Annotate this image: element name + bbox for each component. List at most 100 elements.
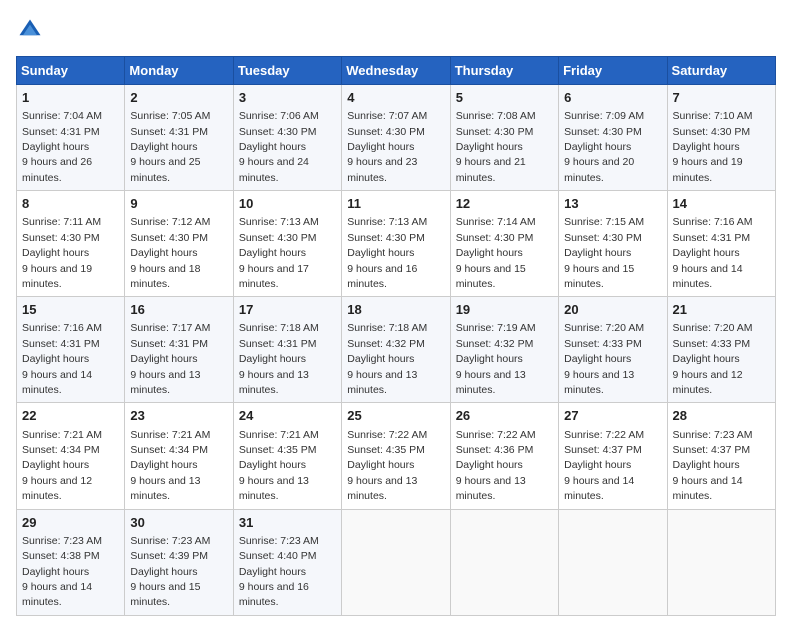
sunset-info: Sunset: 4:31 PM [130, 338, 208, 350]
sunrise-info: Sunrise: 7:16 AM [22, 322, 102, 334]
daylight-info: Daylight hours [347, 353, 414, 365]
daylight-duration: 9 hours and 14 minutes. [673, 475, 743, 502]
day-number: 28 [673, 407, 770, 425]
daylight-duration: 9 hours and 23 minutes. [347, 156, 417, 183]
daylight-info: Daylight hours [456, 459, 523, 471]
sunrise-info: Sunrise: 7:21 AM [130, 429, 210, 441]
calendar-day-7: 7 Sunrise: 7:10 AM Sunset: 4:30 PM Dayli… [667, 85, 775, 191]
sunset-info: Sunset: 4:30 PM [239, 126, 317, 138]
daylight-info: Daylight hours [22, 566, 89, 578]
sunrise-info: Sunrise: 7:16 AM [673, 216, 753, 228]
calendar-day-2: 2 Sunrise: 7:05 AM Sunset: 4:31 PM Dayli… [125, 85, 233, 191]
calendar-day-10: 10 Sunrise: 7:13 AM Sunset: 4:30 PM Dayl… [233, 191, 341, 297]
day-number: 19 [456, 301, 553, 319]
sunset-info: Sunset: 4:35 PM [347, 444, 425, 456]
sunset-info: Sunset: 4:32 PM [456, 338, 534, 350]
daylight-duration: 9 hours and 13 minutes. [347, 369, 417, 396]
daylight-duration: 9 hours and 13 minutes. [239, 475, 309, 502]
day-number: 7 [673, 89, 770, 107]
sunrise-info: Sunrise: 7:04 AM [22, 110, 102, 122]
calendar-day-16: 16 Sunrise: 7:17 AM Sunset: 4:31 PM Dayl… [125, 297, 233, 403]
sunset-info: Sunset: 4:30 PM [22, 232, 100, 244]
calendar-week-1: 1 Sunrise: 7:04 AM Sunset: 4:31 PM Dayli… [17, 85, 776, 191]
daylight-duration: 9 hours and 13 minutes. [130, 369, 200, 396]
sunset-info: Sunset: 4:38 PM [22, 550, 100, 562]
calendar-week-5: 29 Sunrise: 7:23 AM Sunset: 4:38 PM Dayl… [17, 509, 776, 615]
sunset-info: Sunset: 4:39 PM [130, 550, 208, 562]
daylight-info: Daylight hours [239, 141, 306, 153]
daylight-duration: 9 hours and 17 minutes. [239, 263, 309, 290]
daylight-duration: 9 hours and 14 minutes. [22, 581, 92, 608]
calendar-day-23: 23 Sunrise: 7:21 AM Sunset: 4:34 PM Dayl… [125, 403, 233, 509]
day-header-tuesday: Tuesday [233, 57, 341, 85]
calendar-day-1: 1 Sunrise: 7:04 AM Sunset: 4:31 PM Dayli… [17, 85, 125, 191]
calendar-table: SundayMondayTuesdayWednesdayThursdayFrid… [16, 56, 776, 616]
sunset-info: Sunset: 4:31 PM [130, 126, 208, 138]
daylight-info: Daylight hours [22, 247, 89, 259]
calendar-empty-cell [667, 509, 775, 615]
calendar-day-19: 19 Sunrise: 7:19 AM Sunset: 4:32 PM Dayl… [450, 297, 558, 403]
calendar-day-17: 17 Sunrise: 7:18 AM Sunset: 4:31 PM Dayl… [233, 297, 341, 403]
sunrise-info: Sunrise: 7:23 AM [22, 535, 102, 547]
daylight-duration: 9 hours and 13 minutes. [456, 475, 526, 502]
sunrise-info: Sunrise: 7:07 AM [347, 110, 427, 122]
daylight-duration: 9 hours and 13 minutes. [564, 369, 634, 396]
sunset-info: Sunset: 4:35 PM [239, 444, 317, 456]
calendar-day-22: 22 Sunrise: 7:21 AM Sunset: 4:34 PM Dayl… [17, 403, 125, 509]
sunrise-info: Sunrise: 7:23 AM [130, 535, 210, 547]
day-header-thursday: Thursday [450, 57, 558, 85]
day-number: 2 [130, 89, 227, 107]
daylight-info: Daylight hours [22, 459, 89, 471]
daylight-info: Daylight hours [347, 459, 414, 471]
daylight-duration: 9 hours and 21 minutes. [456, 156, 526, 183]
calendar-empty-cell [450, 509, 558, 615]
sunset-info: Sunset: 4:33 PM [673, 338, 751, 350]
day-number: 16 [130, 301, 227, 319]
calendar-day-9: 9 Sunrise: 7:12 AM Sunset: 4:30 PM Dayli… [125, 191, 233, 297]
calendar-week-2: 8 Sunrise: 7:11 AM Sunset: 4:30 PM Dayli… [17, 191, 776, 297]
day-number: 12 [456, 195, 553, 213]
daylight-info: Daylight hours [239, 353, 306, 365]
daylight-info: Daylight hours [456, 247, 523, 259]
calendar-day-31: 31 Sunrise: 7:23 AM Sunset: 4:40 PM Dayl… [233, 509, 341, 615]
day-number: 30 [130, 514, 227, 532]
day-number: 26 [456, 407, 553, 425]
daylight-duration: 9 hours and 24 minutes. [239, 156, 309, 183]
calendar-day-12: 12 Sunrise: 7:14 AM Sunset: 4:30 PM Dayl… [450, 191, 558, 297]
daylight-info: Daylight hours [673, 353, 740, 365]
calendar-day-25: 25 Sunrise: 7:22 AM Sunset: 4:35 PM Dayl… [342, 403, 450, 509]
sunrise-info: Sunrise: 7:12 AM [130, 216, 210, 228]
daylight-duration: 9 hours and 13 minutes. [347, 475, 417, 502]
daylight-duration: 9 hours and 12 minutes. [22, 475, 92, 502]
sunset-info: Sunset: 4:34 PM [130, 444, 208, 456]
sunset-info: Sunset: 4:30 PM [564, 232, 642, 244]
daylight-info: Daylight hours [239, 566, 306, 578]
daylight-info: Daylight hours [22, 141, 89, 153]
daylight-info: Daylight hours [347, 247, 414, 259]
day-number: 4 [347, 89, 444, 107]
calendar-day-3: 3 Sunrise: 7:06 AM Sunset: 4:30 PM Dayli… [233, 85, 341, 191]
sunrise-info: Sunrise: 7:22 AM [347, 429, 427, 441]
daylight-info: Daylight hours [564, 459, 631, 471]
sunset-info: Sunset: 4:37 PM [564, 444, 642, 456]
day-number: 20 [564, 301, 661, 319]
calendar-day-8: 8 Sunrise: 7:11 AM Sunset: 4:30 PM Dayli… [17, 191, 125, 297]
daylight-duration: 9 hours and 15 minutes. [456, 263, 526, 290]
daylight-info: Daylight hours [130, 566, 197, 578]
daylight-info: Daylight hours [239, 247, 306, 259]
sunrise-info: Sunrise: 7:21 AM [22, 429, 102, 441]
sunset-info: Sunset: 4:30 PM [347, 232, 425, 244]
sunrise-info: Sunrise: 7:22 AM [456, 429, 536, 441]
sunrise-info: Sunrise: 7:18 AM [347, 322, 427, 334]
sunset-info: Sunset: 4:40 PM [239, 550, 317, 562]
calendar-day-27: 27 Sunrise: 7:22 AM Sunset: 4:37 PM Dayl… [559, 403, 667, 509]
daylight-info: Daylight hours [673, 141, 740, 153]
day-number: 15 [22, 301, 119, 319]
sunset-info: Sunset: 4:34 PM [22, 444, 100, 456]
daylight-duration: 9 hours and 15 minutes. [564, 263, 634, 290]
sunrise-info: Sunrise: 7:09 AM [564, 110, 644, 122]
calendar-empty-cell [342, 509, 450, 615]
sunset-info: Sunset: 4:31 PM [22, 338, 100, 350]
logo-icon [16, 16, 44, 44]
daylight-info: Daylight hours [239, 459, 306, 471]
